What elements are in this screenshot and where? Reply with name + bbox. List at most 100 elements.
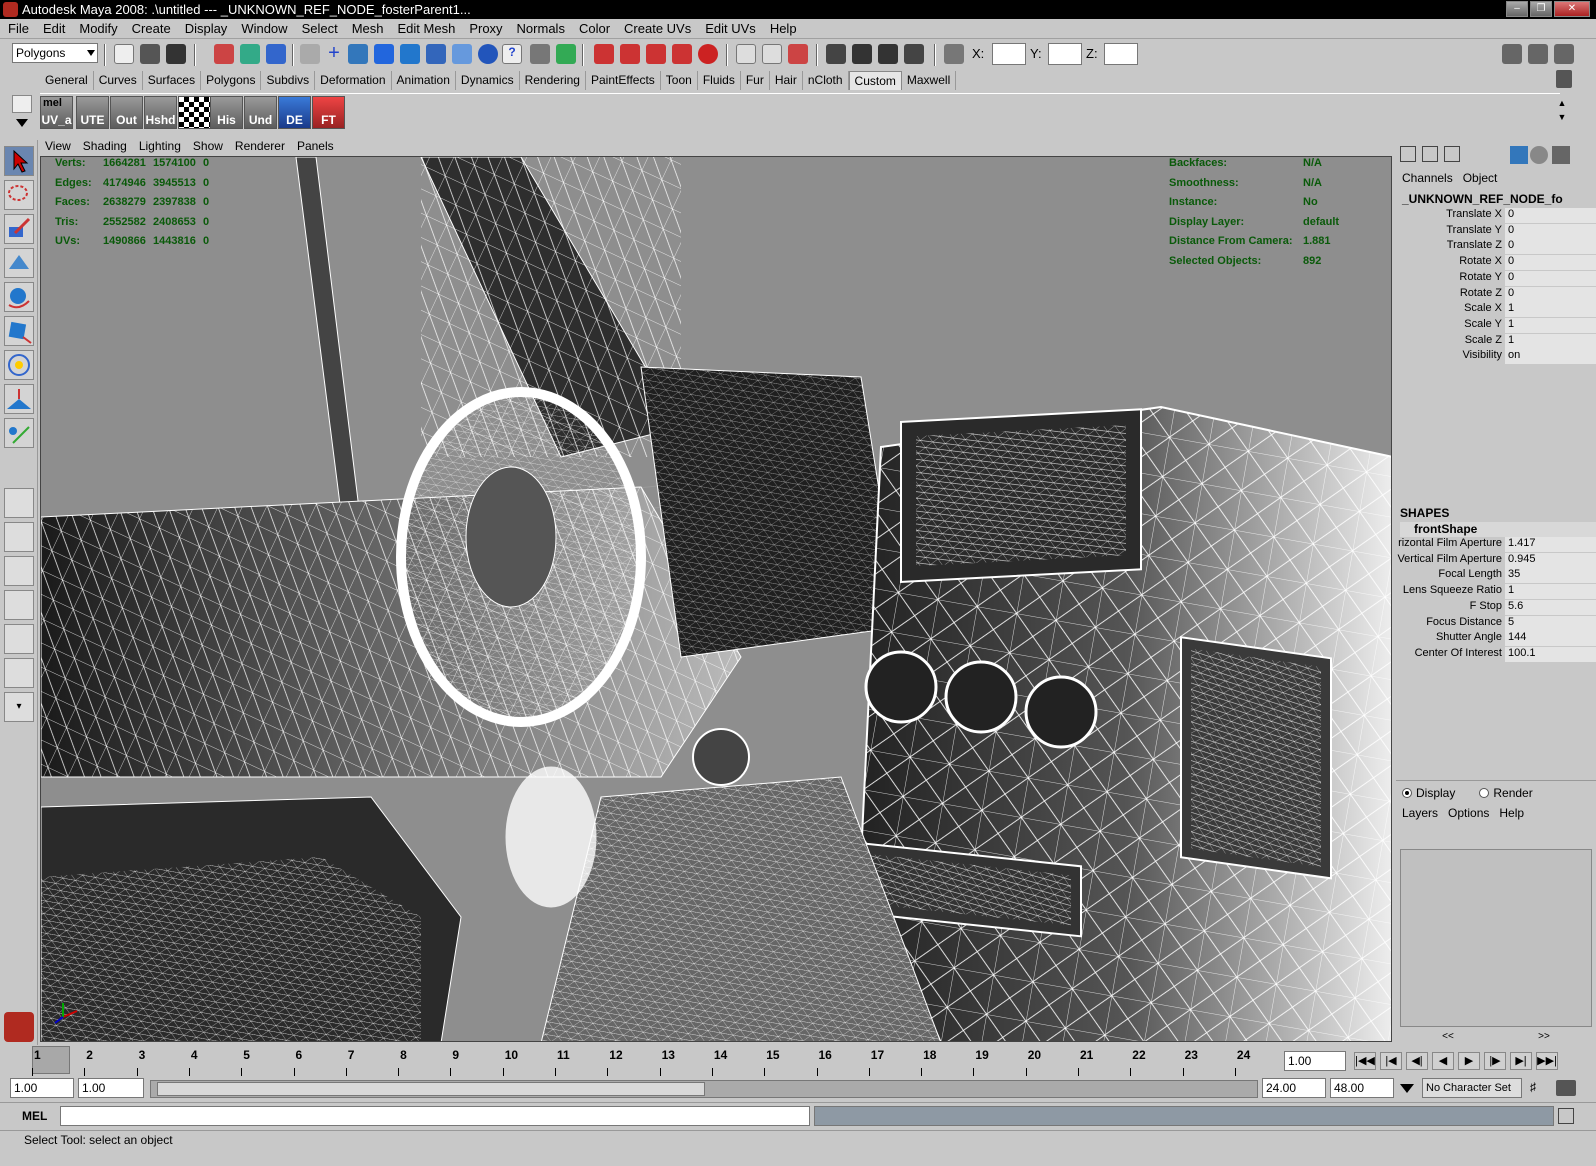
dynamic-mask-icon[interactable] bbox=[452, 44, 472, 64]
handle-mask-icon[interactable] bbox=[348, 44, 368, 64]
channel-box-menu-channels[interactable]: Channels bbox=[1402, 171, 1453, 185]
highlight-selection-icon[interactable] bbox=[556, 44, 576, 64]
panel-menu-view[interactable]: View bbox=[45, 139, 71, 153]
deform-mask-icon[interactable] bbox=[426, 44, 446, 64]
ipr-render-icon[interactable] bbox=[878, 44, 898, 64]
playback-end-field[interactable]: 24.00 bbox=[1262, 1078, 1326, 1098]
channel-box-icon[interactable] bbox=[1554, 44, 1574, 64]
surface-mask-icon[interactable] bbox=[400, 44, 420, 64]
close-button[interactable]: ✕ bbox=[1554, 1, 1590, 17]
shape-attribute-row[interactable]: Center Of Interest 100.1 bbox=[1400, 646, 1596, 662]
shape-attribute-row[interactable]: rizontal Film Aperture 1.417 bbox=[1398, 537, 1596, 552]
shelf-tab-rendering[interactable]: Rendering bbox=[520, 71, 586, 90]
attribute-row[interactable]: Translate Y0 bbox=[1400, 223, 1596, 239]
character-set-field[interactable]: No Character Set bbox=[1422, 1078, 1522, 1098]
attribute-value[interactable]: on bbox=[1505, 349, 1596, 365]
panel-menu-shading[interactable]: Shading bbox=[83, 139, 127, 153]
shelf-tab-fluids[interactable]: Fluids bbox=[698, 71, 741, 90]
shelf-tab-toon[interactable]: Toon bbox=[661, 71, 698, 90]
perspective-viewport[interactable]: Verts: 1664281 1574100 0 Edges: 4174946 394551… bbox=[40, 156, 1392, 1042]
shelf-tab-dynamics[interactable]: Dynamics bbox=[456, 71, 520, 90]
trash-icon[interactable] bbox=[1556, 70, 1572, 88]
shape-attribute-row[interactable]: Shutter Angle 144 bbox=[1400, 631, 1596, 647]
misc-mask-icon[interactable]: ? bbox=[502, 44, 522, 64]
command-language-label[interactable]: MEL bbox=[22, 1109, 47, 1123]
save-scene-icon[interactable] bbox=[166, 44, 186, 64]
shelf-menu-arrow-icon[interactable] bbox=[16, 119, 28, 127]
shelf-tab-animation[interactable]: Animation bbox=[392, 71, 456, 90]
add-icon[interactable]: + bbox=[324, 43, 344, 64]
shelf-tab-hair[interactable]: Hair bbox=[770, 71, 803, 90]
shelf-button-und[interactable]: Und bbox=[244, 96, 277, 129]
shelf-tab-maxwell[interactable]: Maxwell bbox=[902, 71, 957, 90]
command-input[interactable] bbox=[60, 1106, 810, 1126]
snap-grid-icon[interactable] bbox=[594, 44, 614, 64]
current-frame-field[interactable]: 1.00 bbox=[1284, 1051, 1346, 1071]
menu-file[interactable]: File bbox=[8, 21, 29, 36]
channel-box-menu-object[interactable]: Object bbox=[1463, 171, 1498, 185]
menu-create-uvs[interactable]: Create UVs bbox=[624, 21, 691, 36]
attribute-row[interactable]: Scale Z1 bbox=[1400, 333, 1596, 349]
render-mask-icon[interactable] bbox=[478, 44, 498, 64]
minimize-button[interactable]: – bbox=[1506, 1, 1528, 17]
menu-mesh[interactable]: Mesh bbox=[352, 21, 384, 36]
attribute-value[interactable]: 5.6 bbox=[1505, 599, 1596, 615]
attribute-layout-icon[interactable] bbox=[1422, 146, 1438, 162]
shelf-tab-deformation[interactable]: Deformation bbox=[315, 71, 392, 90]
attribute-value[interactable]: 1 bbox=[1505, 584, 1596, 600]
attribute-value[interactable]: 0 bbox=[1505, 208, 1596, 223]
shelf-tab-general[interactable]: General bbox=[40, 71, 94, 90]
shelf-tab-fur[interactable]: Fur bbox=[741, 71, 770, 90]
select-object-icon[interactable] bbox=[240, 44, 260, 64]
manipulator-icon[interactable] bbox=[1510, 146, 1528, 164]
attribute-value[interactable]: 0 bbox=[1505, 270, 1596, 286]
shelf-button-hshd[interactable]: Hshd bbox=[144, 96, 177, 129]
y-input[interactable] bbox=[1048, 43, 1082, 65]
shape-attribute-row[interactable]: Focus Distance 5 bbox=[1400, 615, 1596, 631]
layer-scroll[interactable]: << >> bbox=[1400, 1031, 1592, 1043]
new-scene-icon[interactable] bbox=[114, 44, 134, 64]
menu-help[interactable]: Help bbox=[770, 21, 797, 36]
shelf-button-out[interactable]: Out bbox=[110, 96, 143, 129]
range-slider[interactable] bbox=[150, 1080, 1258, 1098]
show-manipulator-icon[interactable] bbox=[4, 418, 34, 448]
shelf-tab-custom[interactable]: Custom bbox=[848, 71, 902, 90]
shape-attribute-row[interactable]: Focal Length 35 bbox=[1400, 568, 1596, 584]
panel-menu-lighting[interactable]: Lighting bbox=[139, 139, 181, 153]
shelf-button-his[interactable]: His bbox=[210, 96, 243, 129]
input-box-icon[interactable] bbox=[944, 44, 964, 64]
menu-edit-uvs[interactable]: Edit UVs bbox=[705, 21, 756, 36]
select-hierarchy-icon[interactable] bbox=[214, 44, 234, 64]
node-name[interactable]: _UNKNOWN_REF_NODE_fo bbox=[1400, 192, 1596, 209]
shelf-scroll[interactable]: ▲ ▼ bbox=[1556, 96, 1568, 128]
shelf-button-uv-a[interactable]: mel UV_a bbox=[40, 96, 73, 129]
character-set-arrow-icon[interactable] bbox=[1400, 1084, 1414, 1093]
channel-box-layout-icon[interactable] bbox=[1400, 146, 1416, 162]
attribute-row[interactable]: Translate X0 bbox=[1400, 208, 1596, 223]
menu-create[interactable]: Create bbox=[132, 21, 171, 36]
attribute-row[interactable]: Scale X1 bbox=[1400, 302, 1596, 318]
scroll-left-button[interactable]: << bbox=[1442, 1031, 1454, 1043]
play-backwards-button[interactable]: ◀ bbox=[1432, 1052, 1454, 1070]
end-time-field[interactable]: 48.00 bbox=[1330, 1078, 1394, 1098]
menu-proxy[interactable]: Proxy bbox=[469, 21, 502, 36]
step-forward-frame-button[interactable]: ▶| bbox=[1510, 1052, 1532, 1070]
soft-modification-icon[interactable] bbox=[4, 384, 34, 414]
attribute-value[interactable]: 144 bbox=[1505, 631, 1596, 647]
menu-set-dropdown[interactable]: Polygons bbox=[12, 43, 98, 63]
menu-normals[interactable]: Normals bbox=[517, 21, 565, 36]
attribute-value[interactable]: 1.417 bbox=[1505, 537, 1596, 552]
attribute-value[interactable]: 1 bbox=[1505, 302, 1596, 318]
shelf-tab-subdivs[interactable]: Subdivs bbox=[261, 71, 316, 90]
layer-menu-layers[interactable]: Layers bbox=[1402, 806, 1438, 820]
persp-outliner-layout-icon[interactable] bbox=[4, 556, 34, 586]
lock-selection-icon[interactable] bbox=[530, 44, 550, 64]
select-tool-icon[interactable] bbox=[4, 146, 34, 176]
attribute-value[interactable]: 1 bbox=[1505, 317, 1596, 333]
shape-attribute-row[interactable]: F Stop 5.6 bbox=[1400, 599, 1596, 615]
rotate-tool-icon[interactable] bbox=[4, 282, 34, 312]
shelf-button-ft[interactable]: FT bbox=[312, 96, 345, 129]
shape-attribute-row[interactable]: Lens Squeeze Ratio 1 bbox=[1400, 584, 1596, 600]
layout-menu-icon[interactable]: ▾ bbox=[4, 692, 34, 722]
attribute-value[interactable]: 5 bbox=[1505, 615, 1596, 631]
